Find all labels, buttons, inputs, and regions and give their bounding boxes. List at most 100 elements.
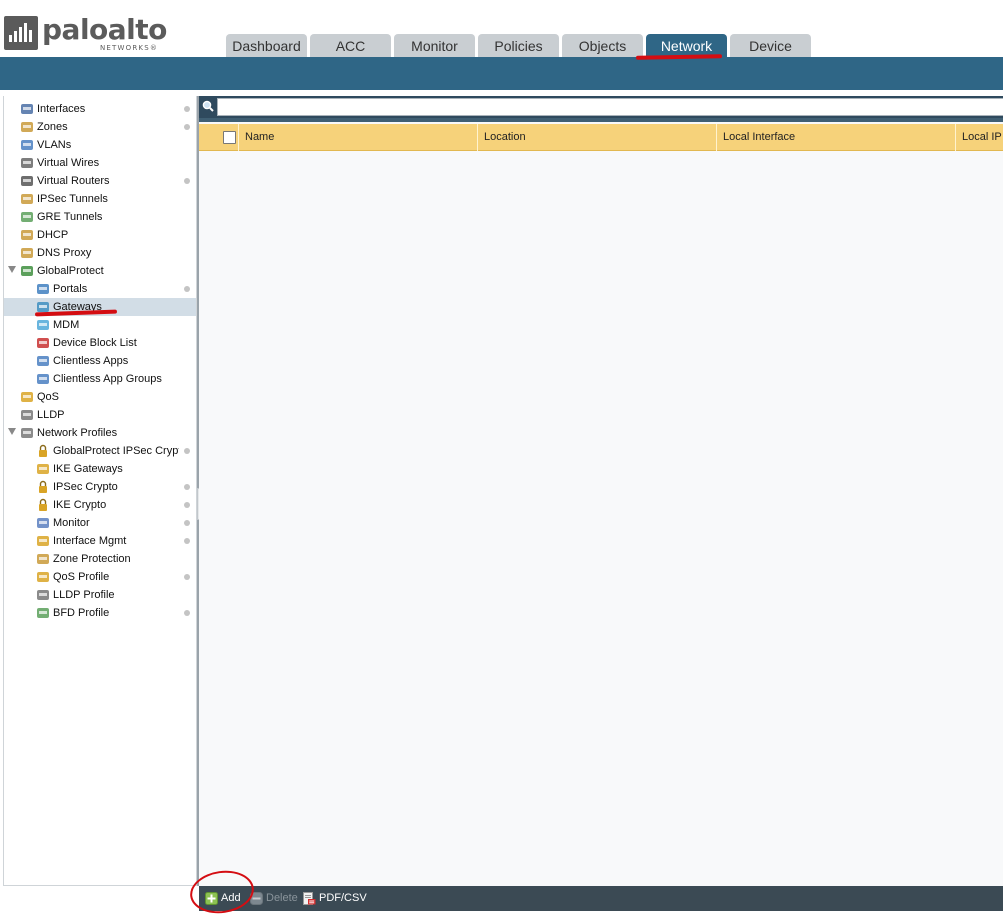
pdf-csv-label: PDF/CSV <box>319 892 367 904</box>
sidebar-item-virtual-routers[interactable]: Virtual Routers <box>4 172 196 190</box>
tab-content-bar <box>0 57 1003 90</box>
sidebar-item-label: VLANs <box>37 139 72 151</box>
table-toolbar-strip <box>199 118 1003 122</box>
column-header-local-interface[interactable]: Local Interface <box>716 124 955 151</box>
column-header-local-ip[interactable]: Local IP <box>955 124 1003 151</box>
globalprotect-icon <box>20 264 34 278</box>
sidebar-item-label: LLDP <box>37 409 65 421</box>
virtual-routers-icon <box>20 174 34 188</box>
sidebar-item-label: Network Profiles <box>37 427 118 439</box>
status-dot-icon <box>184 178 190 184</box>
sidebar-item-label: Zones <box>37 121 68 133</box>
bottom-toolbar: Add Delete PDF/CSV <box>199 886 1003 911</box>
tab-monitor[interactable]: Monitor <box>394 34 475 57</box>
device-block-list-icon <box>36 336 50 350</box>
table-header: Name Location Local Interface Local IP <box>199 124 1003 151</box>
sidebar-item-label: MDM <box>53 319 80 331</box>
mdm-icon <box>36 318 50 332</box>
filter-bar <box>199 96 1003 118</box>
expand-triangle-icon[interactable] <box>8 266 16 273</box>
sidebar-item-ipsec-tunnels[interactable]: IPSec Tunnels <box>4 190 196 208</box>
clientless-apps-icon <box>36 354 50 368</box>
lock-icon <box>36 444 50 458</box>
qos-icon <box>20 390 34 404</box>
column-header-location[interactable]: Location <box>477 124 716 151</box>
sidebar-item-vlans[interactable]: VLANs <box>4 136 196 154</box>
sidebar-item-portals[interactable]: Portals <box>4 280 196 298</box>
lock-icon <box>36 498 50 512</box>
sidebar-item-ike-gateways[interactable]: IKE Gateways <box>4 460 196 478</box>
sidebar-item-virtual-wires[interactable]: Virtual Wires <box>4 154 196 172</box>
tab-acc[interactable]: ACC <box>310 34 391 57</box>
sidebar-item-network-profiles[interactable]: Network Profiles <box>4 424 196 442</box>
sidebar-item-globalprotect-ipsec-crypto[interactable]: GlobalProtect IPSec Crypto <box>4 442 196 460</box>
column-header-name[interactable]: Name <box>238 124 477 151</box>
delete-label: Delete <box>266 892 298 904</box>
sidebar-item-label: IKE Crypto <box>53 499 107 511</box>
sidebar-item-gre-tunnels[interactable]: GRE Tunnels <box>4 208 196 226</box>
status-dot-icon <box>184 574 190 580</box>
status-dot-icon <box>184 610 190 616</box>
app-window: paloalto NETWORKS® Dashboard ACC Monitor… <box>0 0 1003 918</box>
clientless-app-groups-icon <box>36 372 50 386</box>
tab-policies[interactable]: Policies <box>478 34 559 57</box>
filter-input[interactable] <box>217 98 1003 116</box>
sidebar-item-dns-proxy[interactable]: DNS Proxy <box>4 244 196 262</box>
sidebar-item-bfd-profile[interactable]: BFD Profile <box>4 604 196 622</box>
status-dot-icon <box>184 286 190 292</box>
sidebar-item-label: DNS Proxy <box>37 247 92 259</box>
status-dot-icon <box>184 538 190 544</box>
sidebar-item-mdm[interactable]: MDM <box>4 316 196 334</box>
paloalto-logo: paloalto NETWORKS® <box>4 13 167 54</box>
sidebar-item-clientless-app-groups[interactable]: Clientless App Groups <box>4 370 196 388</box>
expand-triangle-icon[interactable] <box>8 428 16 435</box>
sidebar-item-globalprotect[interactable]: GlobalProtect <box>4 262 196 280</box>
sidebar-item-label: Clientless Apps <box>53 355 129 367</box>
sidebar-item-label: IKE Gateways <box>53 463 123 475</box>
lldp-profile-icon <box>36 588 50 602</box>
tab-objects[interactable]: Objects <box>562 34 643 57</box>
sidebar-item-label: Interface Mgmt <box>53 535 127 547</box>
virtual-wires-icon <box>20 156 34 170</box>
sidebar-item-ike-crypto[interactable]: IKE Crypto <box>4 496 196 514</box>
sidebar-item-label: QoS <box>37 391 60 403</box>
sidebar-item-dhcp[interactable]: DHCP <box>4 226 196 244</box>
sidebar-item-interface-mgmt[interactable]: Interface Mgmt <box>4 532 196 550</box>
zones-icon <box>20 120 34 134</box>
sidebar-item-label: DHCP <box>37 229 69 241</box>
sidebar-item-label: IPSec Crypto <box>53 481 118 493</box>
select-all-checkbox[interactable] <box>223 131 236 144</box>
delete-button[interactable]: Delete <box>250 886 300 911</box>
sidebar-item-clientless-apps[interactable]: Clientless Apps <box>4 352 196 370</box>
sidebar-item-label: Virtual Wires <box>37 157 100 169</box>
sidebar-item-label: Portals <box>53 283 88 295</box>
vlans-icon <box>20 138 34 152</box>
status-dot-icon <box>184 502 190 508</box>
logo-subtext: NETWORKS® <box>100 44 159 52</box>
sidebar-item-label: LLDP Profile <box>53 589 115 601</box>
sidebar-item-qos-profile[interactable]: QoS Profile <box>4 568 196 586</box>
logo-wordmark: paloalto <box>42 13 167 46</box>
pdf-csv-icon <box>303 892 316 905</box>
sidebar-item-zones[interactable]: Zones <box>4 118 196 136</box>
sidebar-item-device-block-list[interactable]: Device Block List <box>4 334 196 352</box>
tab-device[interactable]: Device <box>730 34 811 57</box>
sidebar-item-monitor[interactable]: Monitor <box>4 514 196 532</box>
lldp-icon <box>20 408 34 422</box>
tab-dashboard[interactable]: Dashboard <box>226 34 307 57</box>
sidebar-item-ipsec-crypto[interactable]: IPSec Crypto <box>4 478 196 496</box>
qos-profile-icon <box>36 570 50 584</box>
pdf-csv-button[interactable]: PDF/CSV <box>303 886 367 911</box>
sidebar-item-lldp-profile[interactable]: LLDP Profile <box>4 586 196 604</box>
sidebar-item-label: GlobalProtect <box>37 265 104 277</box>
sidebar-item-qos[interactable]: QoS <box>4 388 196 406</box>
sidebar-item-label: Zone Protection <box>53 553 131 565</box>
lock-icon <box>36 480 50 494</box>
sidebar-item-lldp[interactable]: LLDP <box>4 406 196 424</box>
sidebar-item-label: GRE Tunnels <box>37 211 103 223</box>
sidebar-item-interfaces[interactable]: Interfaces <box>4 100 196 118</box>
header: paloalto NETWORKS® Dashboard ACC Monitor… <box>0 0 1003 57</box>
dns-proxy-icon <box>20 246 34 260</box>
sidebar-item-zone-protection[interactable]: Zone Protection <box>4 550 196 568</box>
search-icon <box>202 100 214 112</box>
